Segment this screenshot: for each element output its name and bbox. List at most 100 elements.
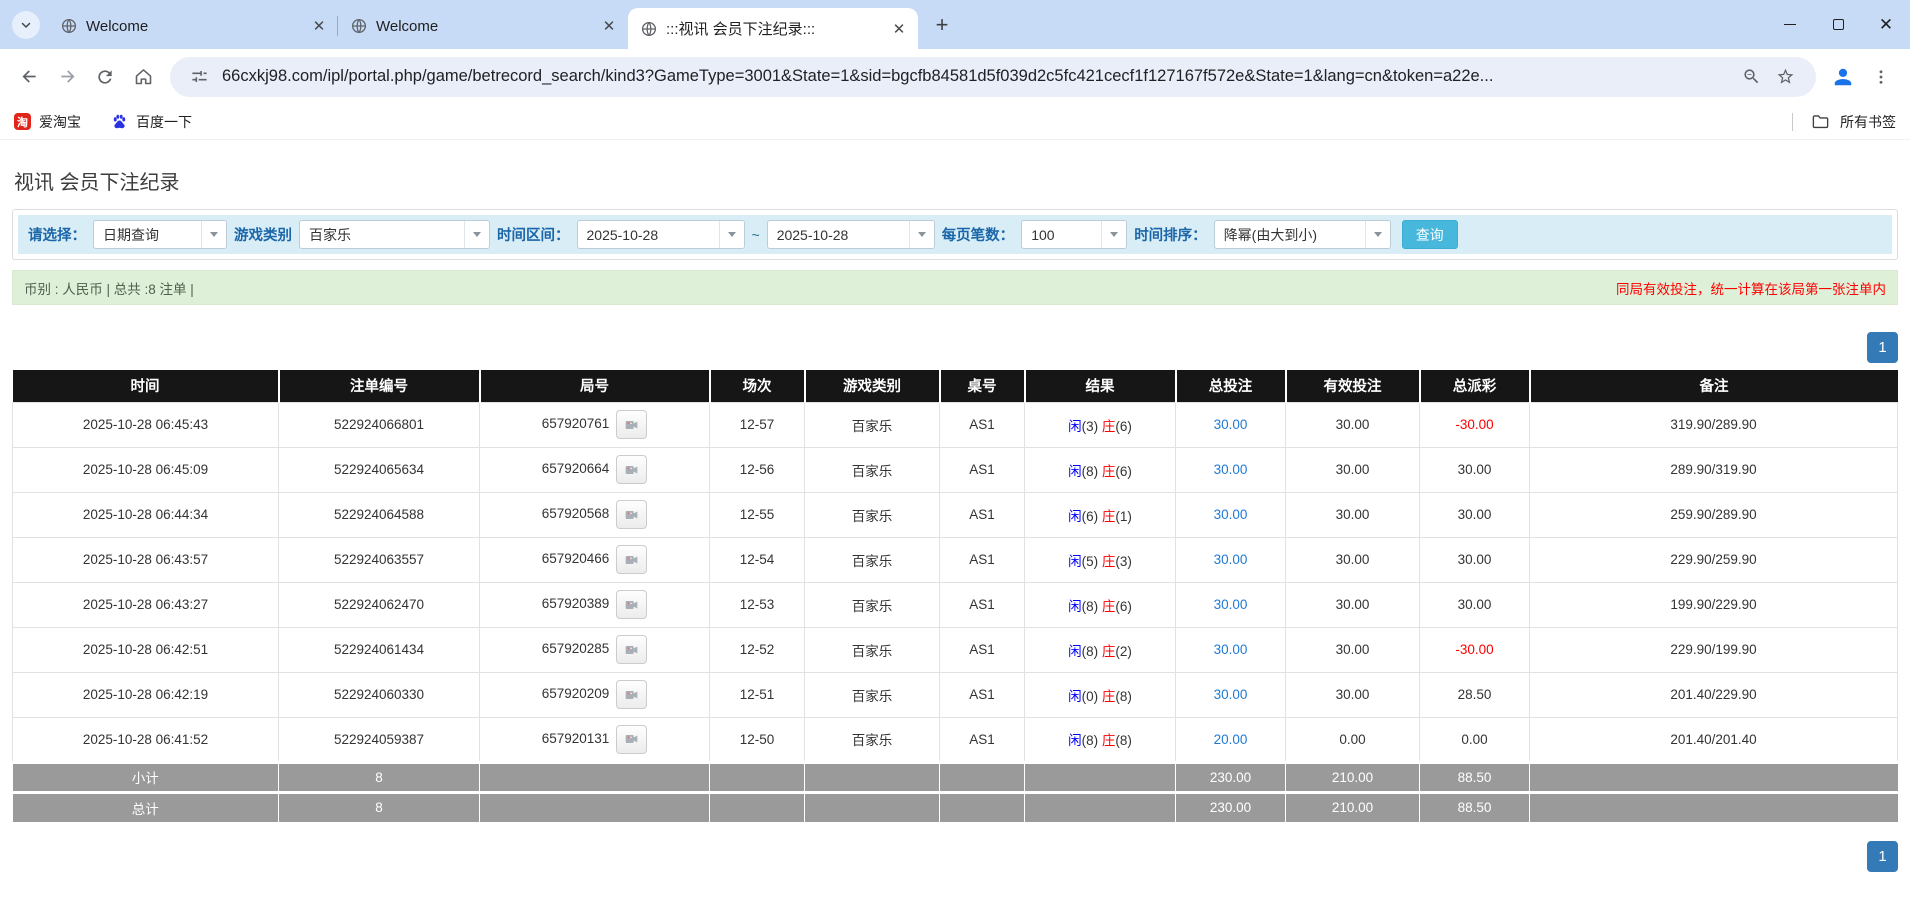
reload-icon[interactable] [86, 58, 124, 96]
total-bet-link[interactable]: 30.00 [1214, 507, 1248, 522]
video-replay-button[interactable] [616, 590, 648, 619]
close-icon[interactable]: ✕ [1862, 0, 1910, 49]
result-player: 闲 [1068, 553, 1082, 569]
maximize-icon[interactable] [1814, 0, 1862, 49]
cell-bet-id: 522924059387 [278, 716, 480, 763]
total-bet-link[interactable]: 30.00 [1214, 462, 1248, 477]
date-to-input[interactable]: 2025-10-28 [766, 220, 935, 249]
date-range-label: 时间区间： [497, 228, 570, 244]
page-1-button[interactable]: 1 [1867, 841, 1898, 872]
forward-icon[interactable] [48, 58, 86, 96]
minimize-icon[interactable] [1766, 0, 1814, 49]
total-bet-link[interactable]: 30.00 [1214, 687, 1248, 702]
chevron-down-icon[interactable] [718, 221, 744, 248]
cell-result: 闲(8) 庄(8) [1024, 716, 1176, 763]
result-player: 闲 [1068, 598, 1082, 614]
query-type-select[interactable]: 日期查询 [93, 220, 227, 249]
summary-cell [939, 760, 1025, 792]
new-tab-button[interactable]: + [926, 9, 958, 41]
video-replay-button[interactable] [616, 545, 648, 574]
cell-result: 闲(8) 庄(2) [1024, 626, 1176, 673]
table-row: 2025-10-28 06:43:57 522924063557 657920466… [12, 536, 1898, 583]
divider [1792, 112, 1793, 131]
query-type-value: 日期查询 [103, 226, 159, 243]
video-replay-button[interactable] [616, 724, 648, 754]
total-row: 总计 8 230.00 210.00 88.50 [12, 790, 1898, 822]
cell-time: 2025-10-28 06:44:34 [12, 491, 279, 538]
bookmark-baidu[interactable]: 百度一下 [111, 112, 192, 132]
address-bar[interactable]: 66cxkj98.com/ipl/portal.php/game/betreco… [170, 56, 1816, 97]
page-size-select[interactable]: 100 [1021, 220, 1128, 249]
tab-close-icon[interactable]: ✕ [890, 20, 908, 38]
summary-cell [1529, 790, 1898, 822]
cell-session: 12-55 [709, 491, 805, 538]
site-settings-icon[interactable] [184, 62, 214, 92]
cell-remark: 319.90/289.90 [1529, 401, 1898, 448]
video-replay-button[interactable] [616, 635, 648, 664]
cell-payout: -30.00 [1419, 401, 1530, 448]
cell-remark: 229.90/199.90 [1529, 626, 1898, 673]
browser-tab-1[interactable]: Welcome ✕ [48, 8, 338, 44]
column-header: 有效投注 [1285, 370, 1421, 402]
video-replay-button[interactable] [616, 410, 648, 439]
cell-total-bet: 30.00 [1175, 491, 1286, 538]
cell-payout: 30.00 [1419, 446, 1530, 493]
cell-total-bet: 30.00 [1175, 401, 1286, 448]
total-bet-link[interactable]: 30.00 [1214, 597, 1248, 612]
url-text[interactable]: 66cxkj98.com/ipl/portal.php/game/betreco… [222, 67, 1734, 86]
home-icon[interactable] [124, 58, 162, 96]
cell-result: 闲(6) 庄(1) [1024, 491, 1176, 538]
video-replay-button[interactable] [616, 500, 648, 529]
tab-search-button[interactable] [12, 11, 40, 39]
back-icon[interactable] [10, 58, 48, 96]
page-content: 视讯 会员下注纪录 请选择： 日期查询 游戏类别 百家乐 时间区间： 2025-… [0, 166, 1910, 872]
column-header: 总投注 [1175, 370, 1287, 402]
chevron-down-icon[interactable] [464, 221, 489, 248]
cell-total-bet: 30.00 [1175, 536, 1286, 583]
taobao-icon: 淘 [14, 113, 31, 130]
search-button[interactable]: 查询 [1401, 220, 1458, 249]
chevron-down-icon[interactable] [908, 221, 934, 248]
all-bookmarks-button[interactable]: 所有书签 [1840, 112, 1896, 132]
video-replay-button[interactable] [616, 455, 648, 484]
column-header: 局号 [479, 370, 711, 402]
zoom-icon[interactable] [1734, 60, 1768, 94]
result-player: 闲 [1068, 643, 1082, 659]
chevron-down-icon[interactable] [1364, 221, 1390, 248]
cell-time: 2025-10-28 06:43:57 [12, 536, 279, 583]
menu-icon[interactable] [1862, 58, 1900, 96]
browser-tab-active[interactable]: :::视讯 会员下注纪录::: ✕ [628, 8, 918, 49]
cell-remark: 289.90/319.90 [1529, 446, 1898, 493]
tab-close-icon[interactable]: ✕ [600, 17, 618, 35]
page-1-button[interactable]: 1 [1867, 332, 1898, 363]
cell-payout: -30.00 [1419, 626, 1530, 673]
cell-bet-id: 522924060330 [278, 671, 480, 718]
cell-bet-id: 522924066801 [278, 401, 480, 448]
tab-close-icon[interactable]: ✕ [310, 17, 328, 35]
cell-valid-bet: 30.00 [1285, 536, 1420, 583]
bookmark-taobao[interactable]: 淘 爱淘宝 [14, 112, 81, 132]
tab-title: :::视讯 会员下注纪录::: [666, 21, 816, 38]
chevron-down-icon[interactable] [201, 221, 226, 248]
cell-result: 闲(8) 庄(6) [1024, 581, 1176, 628]
bookmark-star-icon[interactable] [1768, 60, 1802, 94]
sort-select[interactable]: 降幂(由大到小) [1213, 220, 1391, 249]
cell-session: 12-51 [709, 671, 805, 718]
result-banker: 庄 [1101, 598, 1116, 614]
cell-game-type: 百家乐 [804, 536, 940, 583]
total-bet-link[interactable]: 30.00 [1214, 417, 1248, 432]
chevron-down-icon[interactable] [1101, 221, 1127, 248]
video-replay-button[interactable] [616, 680, 648, 709]
cell-round-id: 657920761 [479, 401, 710, 448]
total-bet-link[interactable]: 30.00 [1214, 642, 1248, 657]
total-bet-link[interactable]: 30.00 [1214, 552, 1248, 567]
date-from-input[interactable]: 2025-10-28 [576, 220, 745, 249]
page-title: 视讯 会员下注纪录 [14, 172, 180, 194]
cell-time: 2025-10-28 06:45:09 [12, 446, 279, 493]
game-type-select[interactable]: 百家乐 [299, 220, 490, 249]
total-bet-link[interactable]: 20.00 [1214, 732, 1248, 747]
column-header: 游戏类别 [804, 370, 941, 402]
profile-avatar-icon[interactable] [1824, 58, 1862, 96]
summary-cell [479, 790, 710, 822]
browser-tab-2[interactable]: Welcome ✕ [337, 8, 628, 44]
